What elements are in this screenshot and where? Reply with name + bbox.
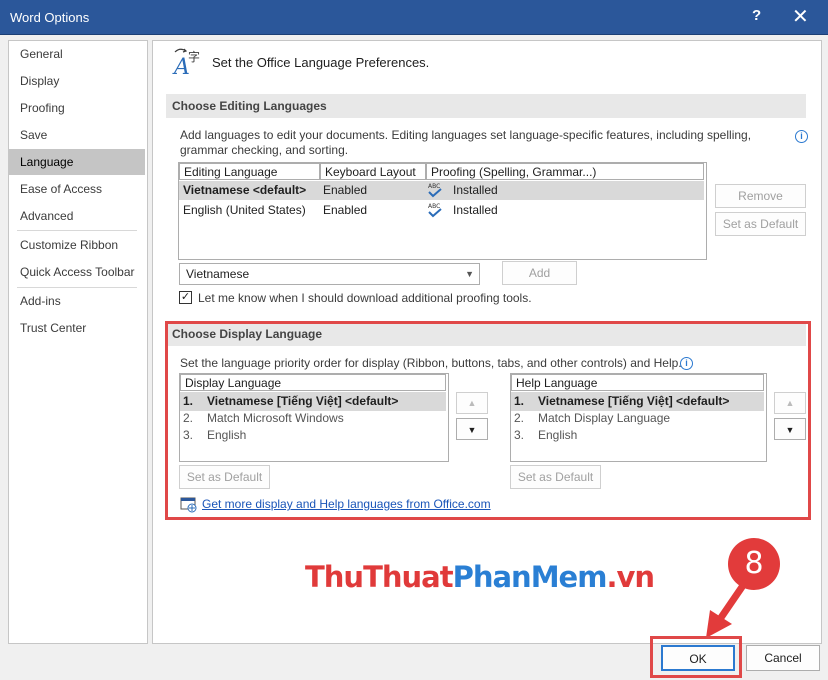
watermark-logo: ThuThuatPhanMem.vn: [305, 560, 655, 594]
nav-item-display[interactable]: Display: [9, 68, 145, 94]
svg-text:ABC: ABC: [428, 183, 440, 190]
column-keyboard-layout[interactable]: Keyboard Layout: [320, 163, 426, 180]
language-icon: A 字: [172, 46, 208, 80]
proofing-download-checkbox[interactable]: ✓: [179, 291, 192, 304]
spellcheck-icon: ABC: [427, 182, 443, 198]
close-button[interactable]: ✕: [792, 4, 809, 29]
section-editing-languages: Choose Editing Languages: [166, 94, 806, 118]
title-bar: Word Options ? ✕: [0, 0, 828, 35]
keyboard-cell: Enabled: [323, 203, 368, 217]
add-language-combo[interactable]: Vietnamese ▼: [179, 263, 480, 285]
svg-text:ABC: ABC: [428, 203, 440, 210]
editing-language-cell: Vietnamese <default>: [183, 183, 307, 197]
proofing-cell: Installed: [453, 183, 498, 197]
nav-item-quick-access-toolbar[interactable]: Quick Access Toolbar: [9, 259, 145, 285]
nav-item-customize-ribbon[interactable]: Customize Ribbon: [9, 232, 145, 258]
editing-languages-list[interactable]: Editing Language Keyboard Layout Proofin…: [178, 162, 707, 260]
table-row[interactable]: Vietnamese <default> Enabled ABC Install…: [179, 181, 704, 200]
nav-item-trust-center[interactable]: Trust Center: [9, 315, 145, 341]
arrow-icon: [698, 580, 758, 642]
info-icon[interactable]: i: [795, 130, 808, 143]
column-editing-language[interactable]: Editing Language: [179, 163, 320, 180]
highlight-box: [165, 321, 811, 520]
page-title: Set the Office Language Preferences.: [212, 55, 430, 70]
table-row[interactable]: English (United States) Enabled ABC Inst…: [179, 201, 704, 220]
checkbox-label: Let me know when I should download addit…: [198, 291, 532, 305]
chevron-down-icon: ▼: [465, 269, 474, 279]
nav-item-save[interactable]: Save: [9, 122, 145, 148]
keyboard-cell: Enabled: [323, 183, 368, 197]
combo-value: Vietnamese: [186, 267, 250, 281]
remove-button[interactable]: Remove: [715, 184, 806, 208]
nav-item-language[interactable]: Language: [9, 149, 145, 175]
options-nav: General Display Proofing Save Language E…: [8, 40, 148, 644]
nav-divider: [17, 230, 137, 231]
column-proofing[interactable]: Proofing (Spelling, Grammar...): [426, 163, 704, 180]
spellcheck-icon: ABC: [427, 202, 443, 218]
window-title: Word Options: [10, 10, 90, 25]
editing-language-cell: English (United States): [183, 203, 306, 217]
cancel-button[interactable]: Cancel: [746, 645, 820, 671]
ok-button[interactable]: OK: [661, 645, 735, 671]
add-button[interactable]: Add: [502, 261, 577, 285]
nav-item-add-ins[interactable]: Add-ins: [9, 288, 145, 314]
nav-item-advanced[interactable]: Advanced: [9, 203, 145, 229]
editing-description: Add languages to edit your documents. Ed…: [180, 128, 752, 157]
nav-item-proofing[interactable]: Proofing: [9, 95, 145, 121]
nav-item-general[interactable]: General: [9, 41, 145, 67]
svg-text:字: 字: [188, 49, 200, 64]
help-button[interactable]: ?: [752, 7, 761, 24]
set-default-editing-button[interactable]: Set as Default: [715, 212, 806, 236]
nav-item-ease-of-access[interactable]: Ease of Access: [9, 176, 145, 202]
proofing-cell: Installed: [453, 203, 498, 217]
